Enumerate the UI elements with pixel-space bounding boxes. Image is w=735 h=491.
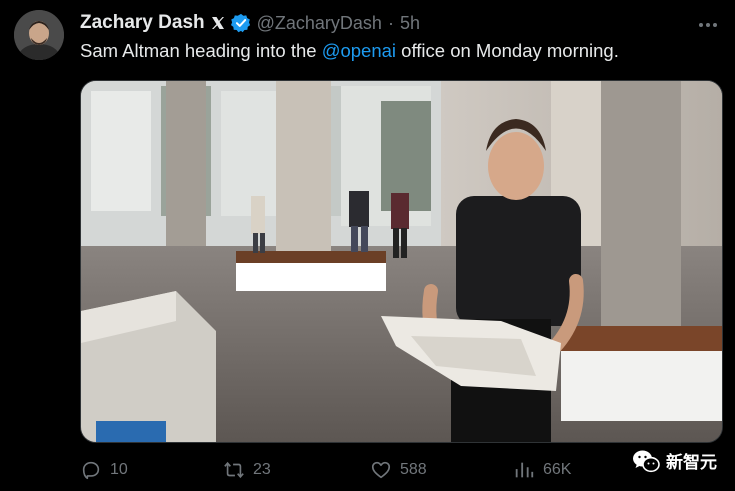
like-icon <box>371 461 391 479</box>
retweet-count: 23 <box>253 461 271 478</box>
like-button[interactable]: 588 <box>370 455 427 485</box>
author-name[interactable]: Zachary Dash <box>80 12 205 34</box>
tweet-text-after: office on Monday morning. <box>396 40 619 61</box>
tweet-text: Sam Altman heading into the @openai offi… <box>80 40 619 62</box>
watermark-label: 新智元 <box>666 453 717 473</box>
views-icon <box>515 462 534 478</box>
mention-link[interactable]: @openai <box>322 40 396 61</box>
retweet-button[interactable]: 23 <box>223 455 271 485</box>
views-button[interactable]: 66K <box>513 455 571 485</box>
reply-button[interactable]: 10 <box>80 455 128 485</box>
tweet-media-image[interactable] <box>80 80 723 443</box>
more-icon[interactable] <box>697 14 719 36</box>
tweet-header: Zachary Dash @ZacharyDash · 5h <box>80 12 420 34</box>
avatar[interactable] <box>14 10 64 60</box>
author-handle[interactable]: @ZacharyDash <box>257 13 382 34</box>
x-premium-icon <box>211 16 225 30</box>
reply-icon <box>82 461 100 480</box>
tweet-text-before: Sam Altman heading into the <box>80 40 322 61</box>
reply-count: 10 <box>110 461 128 478</box>
wechat-icon <box>633 450 660 472</box>
separator-dot: · <box>387 12 394 33</box>
tweet-action-bar: 10 23 588 66K <box>80 455 720 485</box>
verified-badge-icon <box>230 13 251 33</box>
timestamp[interactable]: 5h <box>400 13 420 34</box>
retweet-icon <box>224 461 244 479</box>
watermark: 新智元 <box>632 448 717 473</box>
views-count: 66K <box>543 461 572 478</box>
like-count: 588 <box>400 461 427 478</box>
